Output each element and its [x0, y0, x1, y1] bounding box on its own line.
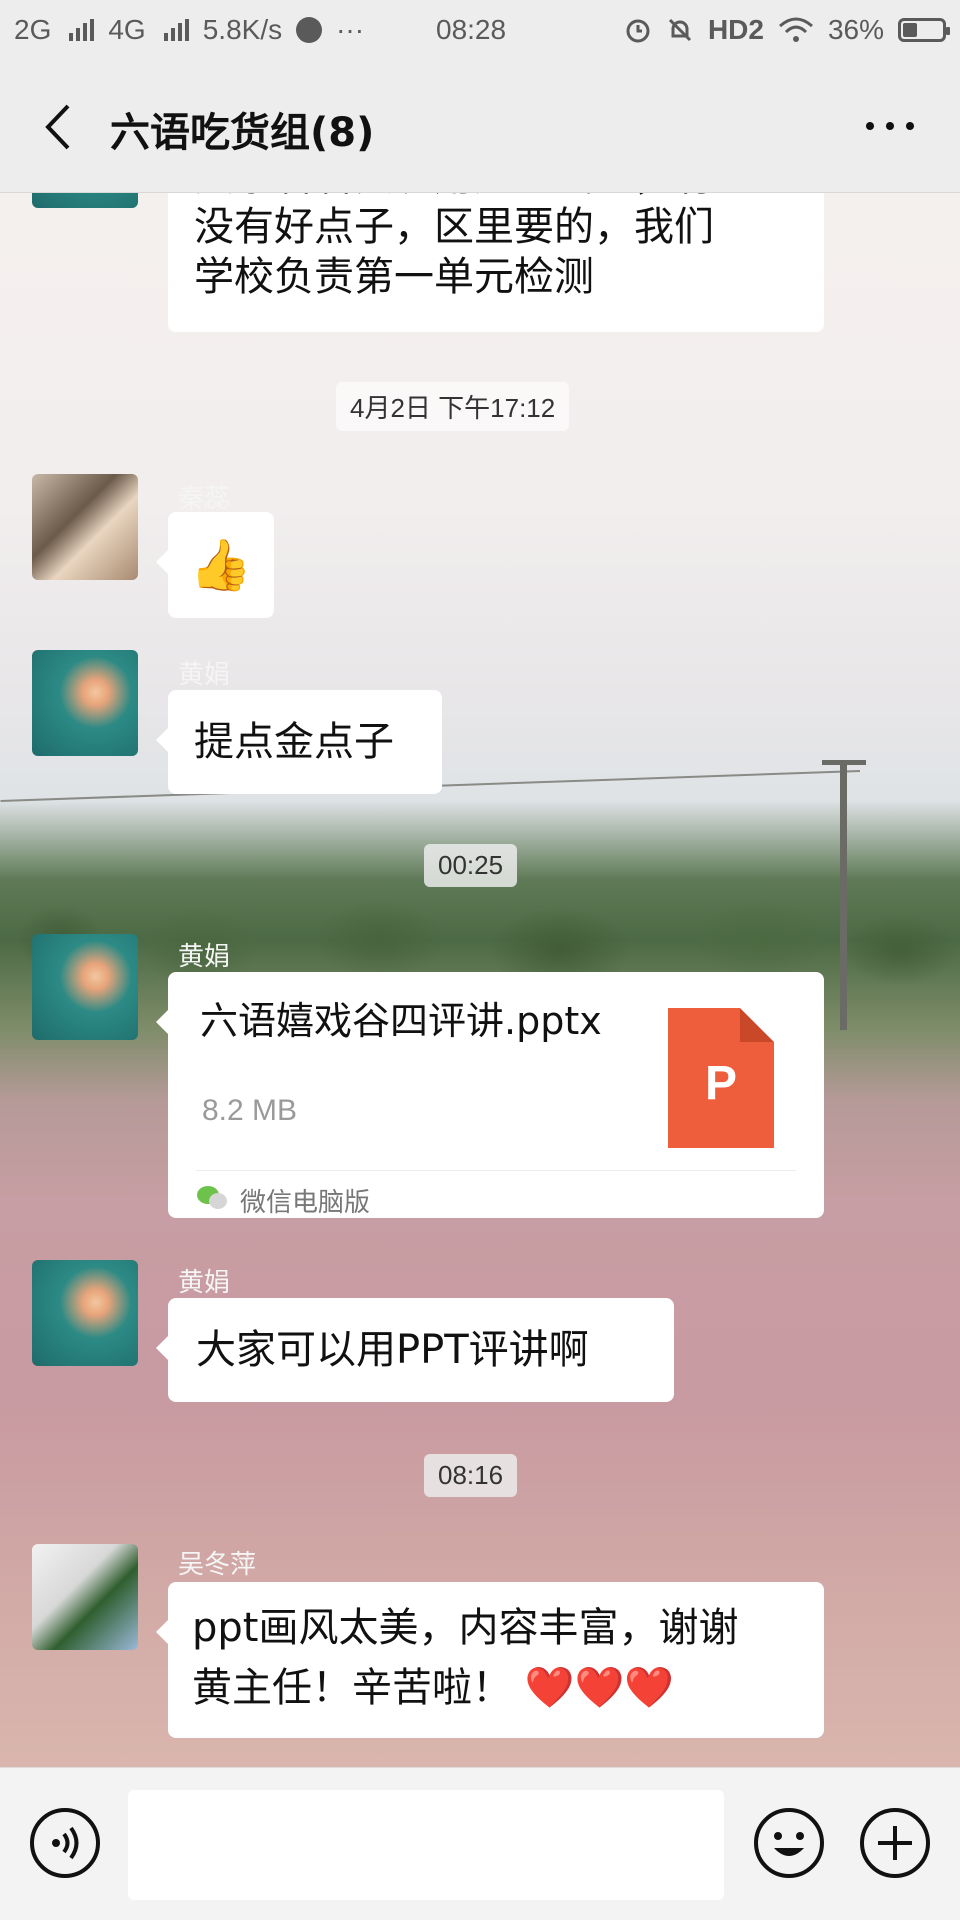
network-2g: 2G	[14, 14, 52, 45]
battery-fill	[903, 23, 917, 37]
message-bubble[interactable]: ppt画风太美，内容丰富，谢谢 黄主任！辛苦啦！ ❤️❤️❤️	[156, 1582, 824, 1738]
hd-indicator: HD2	[707, 14, 764, 45]
message-bubble[interactable]: 提点金点子	[156, 690, 442, 794]
file-name: 六语嬉戏谷四评讲.pptx	[200, 999, 602, 1043]
heart-icons: ❤️❤️❤️	[524, 1665, 675, 1711]
input-bar	[0, 1767, 960, 1920]
battery-percent: 36%	[827, 14, 884, 45]
nav-bar: 六语吃货组(8)	[0, 64, 960, 193]
ppt-file-icon: P	[668, 1008, 774, 1148]
planet-icon	[296, 17, 323, 43]
sender-name: 黄娟	[178, 660, 231, 690]
net-speed: 5.8K/s	[202, 14, 283, 45]
avatar-wudongping[interactable]	[32, 1544, 138, 1650]
background-pole-bar	[822, 760, 866, 765]
emoji-bubble[interactable]: 👍	[156, 512, 274, 618]
sender-name: 黄娟	[178, 942, 231, 972]
network-4g: 4G	[108, 14, 146, 45]
voice-icon[interactable]	[28, 1806, 102, 1880]
group-title: 六语吃货组(8)	[110, 110, 375, 156]
file-message-card[interactable]: 六语嬉戏谷四评讲.pptx 8.2 MB P 微信电脑版	[156, 972, 824, 1218]
message-text: 提点金点子	[194, 719, 394, 765]
back-arrow-icon[interactable]	[34, 100, 88, 154]
avatar-huangjuan[interactable]	[32, 934, 138, 1040]
message-input[interactable]	[128, 1790, 724, 1900]
timestamp: 4月2日 下午17:12	[336, 382, 570, 431]
avatar-huangjuan[interactable]	[32, 1260, 138, 1366]
signal-icon-2	[163, 19, 189, 41]
avatar-huangjuan[interactable]	[32, 650, 138, 756]
message-line: ppt画风太美，内容丰富，谢谢	[192, 1605, 739, 1651]
wifi-icon	[778, 17, 813, 42]
thumbs-up-icon: 👍	[189, 536, 253, 594]
message-bubble[interactable]: 大家可以用PPT评讲啊	[156, 1298, 674, 1402]
more-dots: ···	[336, 14, 365, 45]
sender-name: 黄娟	[178, 1268, 231, 1298]
emoji-icon[interactable]	[752, 1806, 826, 1880]
file-size: 8.2 MB	[202, 1094, 298, 1127]
ppt-letter: P	[704, 1057, 737, 1110]
mute-bell-icon	[668, 18, 691, 42]
timestamp: 00:25	[424, 844, 518, 887]
timestamp: 08:16	[424, 1454, 518, 1497]
signal-icon	[69, 19, 95, 41]
file-source: 微信电脑版	[240, 1188, 371, 1218]
alarm-icon	[626, 19, 650, 43]
message-line: 没有好点子，区里要的，我们	[194, 204, 714, 250]
battery-icon	[898, 18, 950, 42]
message-line: 学校负责第一单元检测	[194, 254, 594, 300]
avatar-qinrui[interactable]	[32, 474, 138, 580]
plus-icon[interactable]	[858, 1806, 932, 1880]
wechat-icon	[197, 1186, 227, 1209]
status-bar: 2G 4G 5.8K/s ··· 08:28 HD2 36%	[0, 0, 960, 64]
message-text: 黄主任！辛苦啦！	[192, 1665, 512, 1711]
more-options-icon[interactable]	[860, 106, 920, 146]
clock: 08:28	[436, 14, 507, 45]
sender-name: 秦蕊	[178, 484, 231, 514]
divider	[196, 1170, 796, 1171]
message-line-2: 黄主任！辛苦啦！ ❤️❤️❤️	[192, 1658, 800, 1718]
message-text: 大家可以用PPT评讲啊	[196, 1327, 589, 1373]
background-pole	[840, 760, 847, 1030]
chat-screen: 2G 4G 5.8K/s ··· 08:28 HD2 36% 六语吃货组(8) …	[0, 0, 960, 1920]
sender-name: 吴冬萍	[178, 1550, 257, 1580]
